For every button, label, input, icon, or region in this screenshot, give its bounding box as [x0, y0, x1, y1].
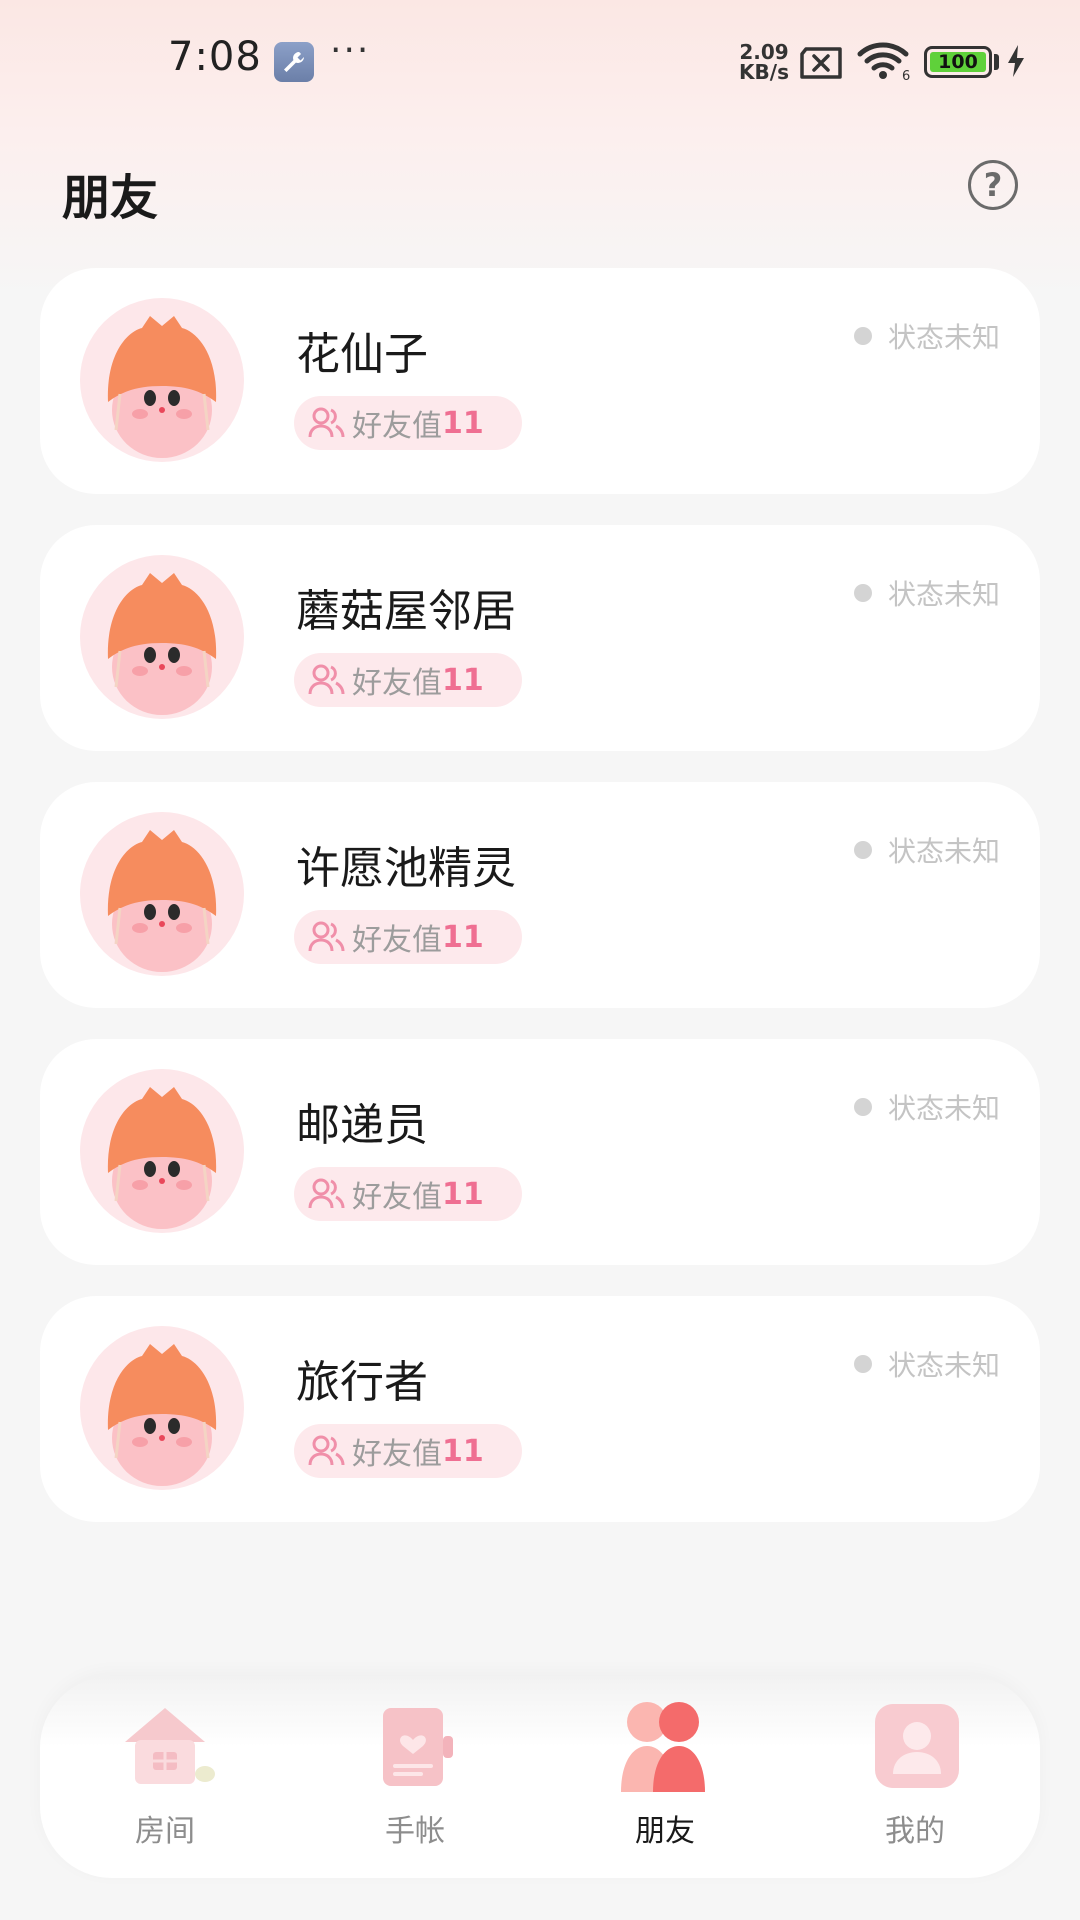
people-icon: [308, 921, 345, 952]
online-status: 状态未知: [853, 1087, 1000, 1127]
friendship-label: 好友值: [352, 923, 442, 958]
network-speed: 2.09 KB/s: [739, 40, 789, 84]
profile-icon: [875, 1704, 959, 1788]
status-dot-icon: [853, 327, 872, 345]
tab-label: 我的: [885, 1814, 945, 1849]
status-dot-icon: [853, 1098, 872, 1116]
status-dot-icon: [853, 1355, 872, 1373]
friendship-badge: 好友值 11: [294, 396, 522, 450]
bottom-tab-bar: 房间 手帐 朋友 我的: [40, 1676, 1040, 1878]
friend-card[interactable]: 邮递员 好友值 11 状态未知: [40, 1039, 1040, 1265]
chick-mascot-icon: [107, 573, 217, 715]
status-dot-icon: [853, 841, 872, 859]
friends-icon: [621, 1702, 705, 1792]
battery-icon: 100: [924, 46, 992, 78]
status-dot-icon: [853, 584, 872, 602]
wifi-icon: 6: [857, 42, 910, 82]
chick-mascot-icon: [107, 830, 217, 972]
friend-name: 旅行者: [296, 1357, 428, 1408]
friendship-value: 11: [442, 1176, 484, 1212]
tab-label: 手帐: [385, 1814, 445, 1849]
charging-icon: [1008, 45, 1024, 77]
friendship-value: 11: [442, 405, 484, 441]
friendship-badge: 好友值 11: [294, 1167, 522, 1221]
avatar[interactable]: [80, 812, 244, 976]
friendship-label: 好友值: [352, 1437, 442, 1472]
tab-label: 房间: [135, 1814, 195, 1849]
friend-name: 花仙子: [296, 329, 428, 380]
friendship-badge: 好友值 11: [294, 653, 522, 707]
online-status: 状态未知: [853, 573, 1000, 613]
tab-friends[interactable]: 朋友: [540, 1676, 790, 1878]
chick-mascot-icon: [107, 316, 217, 458]
house-icon: [125, 1708, 215, 1784]
friend-card[interactable]: 花仙子 好友值 11 状态未知: [40, 268, 1040, 494]
avatar[interactable]: [80, 1069, 244, 1233]
friend-card[interactable]: 蘑菇屋邻居 好友值 11 状态未知: [40, 525, 1040, 751]
status-text: 状态未知: [887, 1349, 1000, 1382]
chick-mascot-icon: [107, 1344, 217, 1486]
people-icon: [308, 407, 345, 438]
help-icon[interactable]: ?: [968, 160, 1018, 210]
friendship-value: 11: [442, 662, 484, 698]
no-sim-icon: [800, 47, 842, 79]
avatar[interactable]: [80, 1326, 244, 1490]
friendship-value: 11: [442, 919, 484, 955]
friend-card[interactable]: 许愿池精灵 好友值 11 状态未知: [40, 782, 1040, 1008]
page-title: 朋友: [62, 170, 159, 226]
friend-card[interactable]: 旅行者 好友值 11 状态未知: [40, 1296, 1040, 1522]
status-text: 状态未知: [887, 321, 1000, 354]
notebook-icon: [383, 1708, 453, 1786]
people-icon: [308, 1435, 345, 1466]
status-text: 状态未知: [887, 835, 1000, 868]
clock: 7:08: [168, 34, 262, 80]
online-status: 状态未知: [853, 316, 1000, 356]
friendship-label: 好友值: [352, 1180, 442, 1215]
online-status: 状态未知: [853, 830, 1000, 870]
friendship-label: 好友值: [352, 409, 442, 444]
friendship-badge: 好友值 11: [294, 1424, 522, 1478]
friendship-badge: 好友值 11: [294, 910, 522, 964]
people-icon: [308, 664, 345, 695]
friend-name: 蘑菇屋邻居: [296, 586, 516, 637]
avatar[interactable]: [80, 298, 244, 462]
more-notifications-icon: ···: [330, 30, 371, 71]
battery-tip: [994, 54, 999, 70]
online-status: 状态未知: [853, 1344, 1000, 1384]
tab-me[interactable]: 我的: [790, 1676, 1040, 1878]
wrench-icon: [274, 42, 314, 82]
friend-list: 花仙子 好友值 11 状态未知 蘑菇屋邻居 好友值 11 状态未知 许愿池精灵 …: [40, 268, 1040, 1553]
tab-label: 朋友: [635, 1814, 695, 1849]
friendship-label: 好友值: [352, 666, 442, 701]
friend-name: 邮递员: [296, 1100, 428, 1151]
friend-name: 许愿池精灵: [296, 843, 516, 894]
avatar[interactable]: [80, 555, 244, 719]
battery-level: 100: [930, 51, 986, 73]
tab-journal[interactable]: 手帐: [290, 1676, 540, 1878]
people-icon: [308, 1178, 345, 1209]
status-text: 状态未知: [887, 1092, 1000, 1125]
status-text: 状态未知: [887, 578, 1000, 611]
friendship-value: 11: [442, 1433, 484, 1469]
chick-mascot-icon: [107, 1087, 217, 1229]
tab-room[interactable]: 房间: [40, 1676, 290, 1878]
svg-text:6: 6: [902, 69, 910, 82]
status-bar: 7:08 ··· 2.09 KB/s 6 100: [0, 0, 1080, 120]
